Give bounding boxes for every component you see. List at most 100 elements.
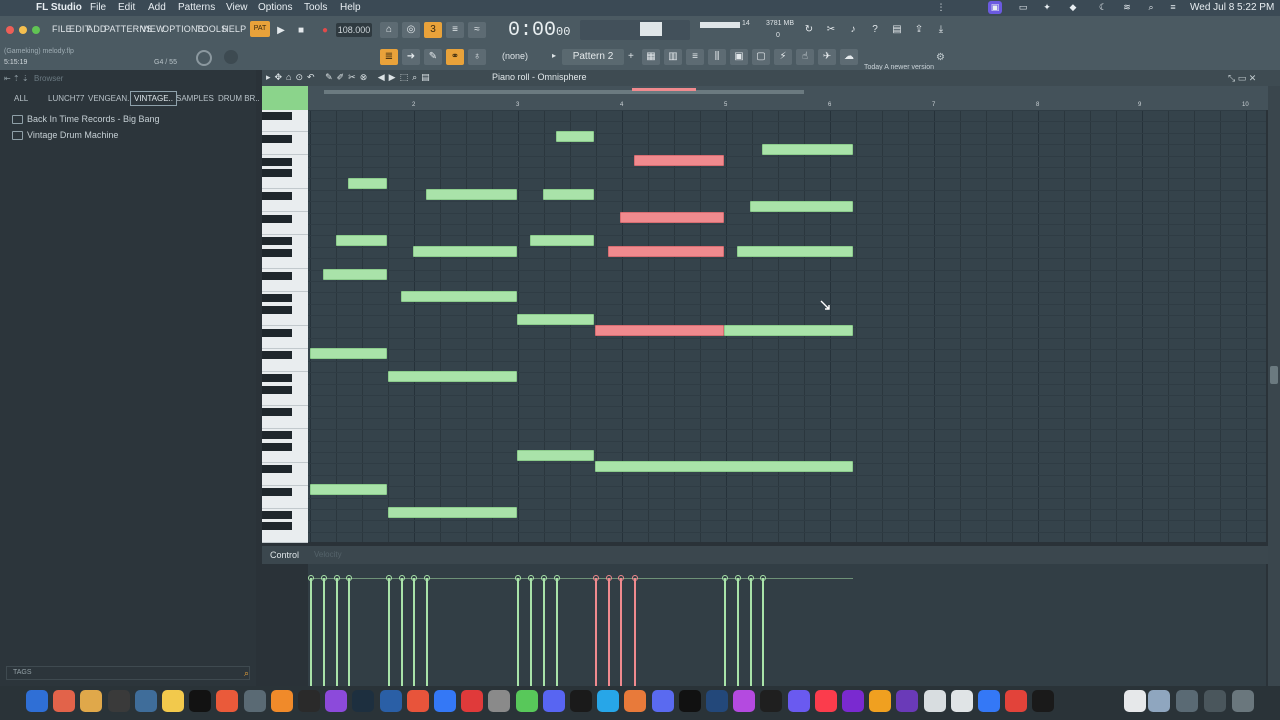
add-pattern-icon[interactable]: + <box>628 51 634 62</box>
scroll-thumb[interactable] <box>1270 366 1278 384</box>
control-center-icon[interactable]: ≡ <box>1166 1 1180 14</box>
white-key-divider[interactable] <box>262 268 308 269</box>
browser-nav-icons[interactable]: ⇤ ⇡ ⇣ <box>4 74 29 83</box>
menubar-app-name[interactable]: FL Studio <box>36 2 82 13</box>
black-key[interactable] <box>262 135 292 143</box>
velocity-bar[interactable] <box>530 578 532 686</box>
pianoroll-window-controls[interactable]: ⤡ ▭ ✕ <box>1228 73 1256 84</box>
tag-search-icon[interactable]: ⌕ <box>244 668 249 679</box>
velocity-bar[interactable] <box>336 578 338 686</box>
finder-icon[interactable] <box>26 690 48 712</box>
metronome-icon[interactable]: ⌂ <box>380 22 398 38</box>
velocity-handle[interactable] <box>618 575 624 581</box>
velocity-handle[interactable] <box>308 575 314 581</box>
note[interactable] <box>426 189 517 200</box>
music-icon[interactable] <box>352 690 375 712</box>
downloads-icon[interactable] <box>1176 690 1198 712</box>
black-key[interactable] <box>262 443 292 451</box>
countdown-icon[interactable]: 3 <box>424 22 442 38</box>
mic-icon[interactable]: ♪ <box>844 22 862 38</box>
velocity-handle[interactable] <box>735 575 741 581</box>
velocity-handle[interactable] <box>593 575 599 581</box>
note[interactable] <box>724 325 853 336</box>
piano-keyboard[interactable] <box>262 110 308 543</box>
white-key-divider[interactable] <box>262 131 308 132</box>
velocity-handle[interactable] <box>760 575 766 581</box>
black-key[interactable] <box>262 465 292 473</box>
pattern-selector[interactable]: Pattern 2 <box>562 49 624 65</box>
black-key[interactable] <box>262 215 292 223</box>
menubar-patterns[interactable]: Patterns <box>178 2 215 13</box>
velocity-bar[interactable] <box>426 578 428 686</box>
tempo-tap-icon[interactable]: ✈ <box>818 49 836 65</box>
scissor-icon[interactable] <box>406 690 429 712</box>
note[interactable] <box>595 461 853 472</box>
pianoroll-tools[interactable]: ▸✥⌂⊙↶ ✎✐✂⊗ ◀▶⬚⌕▤ <box>266 72 434 83</box>
cut-icon[interactable]: ✂ <box>822 22 840 38</box>
plugin-icon[interactable]: ⚡ <box>774 49 792 65</box>
vscode-icon[interactable] <box>733 690 756 712</box>
pianoroll-ruler[interactable]: 2 3 4 5 6 7 8 9 10 <box>262 86 1268 110</box>
mixer-icon[interactable]: ≡ <box>686 49 704 65</box>
velocity-bar[interactable] <box>620 578 622 686</box>
white-key-divider[interactable] <box>262 188 308 189</box>
white-key-divider[interactable] <box>262 154 308 155</box>
fl-studio-icon[interactable] <box>162 690 184 712</box>
help-icon[interactable]: ? <box>866 22 884 38</box>
note[interactable] <box>750 201 853 212</box>
white-key-divider[interactable] <box>262 291 308 292</box>
step-edit-icon[interactable]: ≡ <box>446 22 464 38</box>
screen-record-icon[interactable]: ▣ <box>988 1 1002 14</box>
velocity-bar[interactable] <box>413 578 415 686</box>
touch-icon[interactable]: ☝ <box>796 49 814 65</box>
mail-icon[interactable] <box>651 690 674 712</box>
black-key[interactable] <box>262 374 292 382</box>
link-icon[interactable]: ⚭ <box>446 49 464 65</box>
velocity-bar[interactable] <box>388 578 390 686</box>
velocity-handle[interactable] <box>632 575 638 581</box>
cloud-icon[interactable]: ☁ <box>840 49 858 65</box>
note[interactable] <box>737 246 853 257</box>
minimize-window-icon[interactable] <box>19 26 27 34</box>
velocity-bar[interactable] <box>724 578 726 686</box>
ableton-icon[interactable] <box>216 690 239 712</box>
cloud-icon[interactable] <box>515 690 538 712</box>
note[interactable] <box>336 235 387 246</box>
black-key[interactable] <box>262 431 292 439</box>
vertical-scrollbar[interactable] <box>1268 86 1280 686</box>
black-key[interactable] <box>262 112 292 120</box>
note[interactable] <box>310 484 387 495</box>
velocity-handle[interactable] <box>411 575 417 581</box>
channel-rack-icon[interactable]: ▦ <box>642 49 660 65</box>
chrome-icon[interactable] <box>434 690 456 712</box>
playlist-icon[interactable]: ≣ <box>380 49 398 65</box>
note[interactable] <box>620 212 724 223</box>
velocity-bar[interactable] <box>737 578 739 686</box>
velocity-bar[interactable] <box>608 578 610 686</box>
screenshot-icon[interactable] <box>1204 690 1226 712</box>
trash-icon[interactable] <box>1232 690 1254 712</box>
black-key[interactable] <box>262 351 292 359</box>
browser-tab-vengeance[interactable]: VENGEAN.. <box>88 94 132 103</box>
black-key[interactable] <box>262 329 292 337</box>
black-key[interactable] <box>262 237 292 245</box>
piano-icon[interactable] <box>1124 690 1146 712</box>
velocity-handle[interactable] <box>541 575 547 581</box>
menubar-view[interactable]: View <box>226 2 248 13</box>
save-icon[interactable]: ▤ <box>888 22 906 38</box>
close-window-icon[interactable] <box>6 26 14 34</box>
note[interactable] <box>530 235 594 246</box>
folder-icon[interactable] <box>488 690 511 712</box>
horizontal-scroll-bar[interactable] <box>324 90 804 94</box>
faders-icon[interactable]: ⫼ <box>708 49 726 65</box>
white-key-divider[interactable] <box>262 405 308 406</box>
velocity-handle[interactable] <box>554 575 560 581</box>
note[interactable] <box>348 178 387 189</box>
velocity-bar[interactable] <box>323 578 325 686</box>
black-key[interactable] <box>262 488 292 496</box>
logic-icon[interactable] <box>298 690 320 712</box>
black-key[interactable] <box>262 511 292 519</box>
menubar-options[interactable]: Options <box>258 2 292 13</box>
discord-icon[interactable] <box>542 690 565 712</box>
note[interactable] <box>413 246 517 257</box>
